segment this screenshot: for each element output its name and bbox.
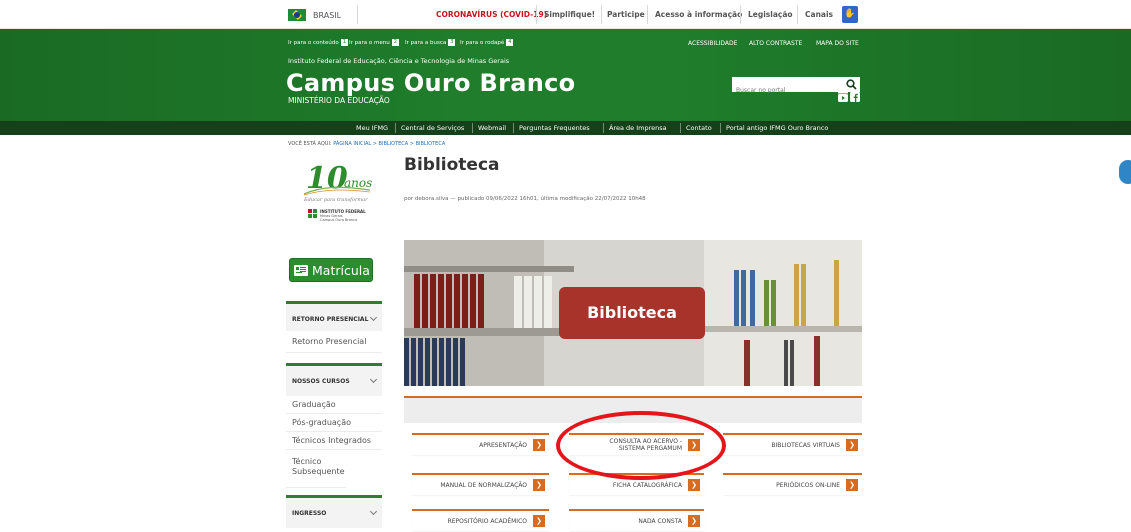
nav-area-imprensa[interactable]: Área de Imprensa [609,124,667,132]
brazil-flag-icon [288,9,306,21]
page-title: Biblioteca [404,155,500,175]
chevron-down-icon [369,313,378,322]
sidebar-item-retorno-presencial[interactable]: Retorno Presencial [286,331,382,353]
manual-normalizacao-link[interactable]: MANUAL DE NORMALIZAÇÃO ❯ [412,473,549,495]
chevron-right-icon: ❯ [533,439,545,451]
matricula-label: Matrícula [312,262,370,278]
skip-footer-link[interactable]: Ir para o rodapé 4 [460,39,514,46]
institution-name: Instituto Federal de Educação, Ciência e… [288,57,510,65]
chevron-right-icon: ❯ [688,439,700,451]
skip-menu-link[interactable]: Ir para o menu 2 [349,39,399,46]
chevron-down-icon [369,507,378,516]
sidebar-section-ingresso[interactable]: INGRESSO [286,495,382,528]
sidebar-heading-cursos: NOSSOS CURSOS [292,378,350,385]
periodicos-online-link[interactable]: PERIÓDICOS ON-LINE ❯ [723,473,862,495]
id-card-icon [294,264,308,276]
search-box [732,77,860,98]
sidebar-section-retorno[interactable]: RETORNO PRESENCIAL [286,301,382,334]
ficha-catalografica-link[interactable]: FICHA CATALOGRÁFICA ❯ [569,473,704,495]
chevron-right-icon: ❯ [846,479,858,491]
skip-content-link[interactable]: Ir para o conteúdo 1 [288,39,348,46]
chevron-down-icon [369,375,378,384]
chevron-right-icon: ❯ [688,515,700,527]
vlibras-accessibility-icon[interactable]: ✋ [842,6,858,23]
skip-search-link[interactable]: Ir para a busca 3 [405,39,456,46]
brasil-label: BRASIL [313,10,342,20]
acesso-informacao-link[interactable]: Acesso à informação [655,10,742,19]
breadcrumb: VOCÊ ESTÁ AQUI: PÁGINA INICIAL > BIBLIOT… [288,141,445,147]
logo-sub2: Campus Ouro Branco [320,218,358,222]
search-icon[interactable] [846,79,857,90]
youtube-icon[interactable] [838,92,848,102]
matricula-button[interactable]: Matrícula [289,258,373,282]
nav-contato[interactable]: Contato [686,124,712,132]
sidebar-item-pos-graduacao[interactable]: Pós-graduação [286,414,382,432]
mapa-do-site-link[interactable]: MAPA DO SITE [816,40,859,47]
content-band [404,396,862,423]
nav-perguntas-frequentes[interactable]: Perguntas Frequentes [519,124,590,132]
sidebar-heading-retorno: RETORNO PRESENCIAL [292,316,369,323]
facebook-icon[interactable] [850,92,860,102]
breadcrumb-prefix: VOCÊ ESTÁ AQUI: [288,141,332,147]
sidebar-item-tecnicos-integrados[interactable]: Técnicos Integrados [286,432,382,450]
bibliotecas-virtuais-link[interactable]: BIBLIOTECAS VIRTUAIS ❯ [723,433,862,455]
byline: por debora.silva — publicado 09/06/2022 … [404,196,646,202]
sidebar-item-graduacao[interactable]: Graduação [286,396,382,414]
site-title[interactable]: Campus Ouro Branco [286,69,575,97]
nav-webmail[interactable]: Webmail [478,124,506,132]
sidebar-section-cursos[interactable]: NOSSOS CURSOS [286,363,382,396]
legislacao-link[interactable]: Legislação [748,10,793,19]
library-banner-image: Biblioteca [404,240,862,386]
chevron-right-icon: ❯ [533,515,545,527]
banner-label: Biblioteca [559,287,705,339]
if-logo-icon [308,209,317,218]
logo-tagline: Educar para transformar [304,197,368,203]
gov-bar: BRASIL CORONAVÍRUS (COVID-19) Simplifiqu… [0,0,1131,29]
simplifique-link[interactable]: Simplifique! [544,10,595,19]
ministry-label: MINISTÉRIO DA EDUCAÇÃO [288,96,390,105]
alto-contraste-link[interactable]: ALTO CONTRASTE [749,40,802,47]
ten-years-logo[interactable]: 10 anos Educar para transformar INSTITUT… [286,160,378,232]
brasil-link[interactable]: BRASIL [288,7,341,23]
floating-accessibility-tab[interactable] [1119,160,1131,184]
consulta-acervo-link[interactable]: CONSULTA AO ACERVO - SISTEMA PERGAMUM ❯ [569,433,704,455]
covid-link[interactable]: CORONAVÍRUS (COVID-19) [436,10,547,19]
acessibilidade-link[interactable]: ACESSIBILIDADE [688,40,737,47]
chevron-right-icon: ❯ [846,439,858,451]
search-input[interactable] [732,83,837,98]
sidebar-heading-ingresso: INGRESSO [292,510,327,517]
nav-meu-ifmg[interactable]: Meu IFMG [356,124,388,132]
repositorio-academico-link[interactable]: REPOSITÓRIO ACADÊMICO ❯ [412,509,549,531]
chevron-right-icon: ❯ [688,479,700,491]
sidebar-item-tecnico-subsequente[interactable]: Técnico Subsequente [286,452,346,488]
apresentacao-link[interactable]: APRESENTAÇÃO ❯ [412,433,549,455]
canais-link[interactable]: Canais [805,10,833,19]
nav-portal-antigo[interactable]: Portal antigo IFMG Ouro Branco [726,124,828,132]
breadcrumb-path[interactable]: PÁGINA INICIAL > BIBLIOTECA > BIBLIOTECA [333,141,445,147]
nada-consta-link[interactable]: NADA CONSTA ❯ [569,509,704,531]
site-header: Ir para o conteúdo 1 Ir para o menu 2 Ir p… [0,29,1131,121]
logo-swoosh-icon [303,186,371,196]
chevron-right-icon: ❯ [533,479,545,491]
main-nav: Meu IFMG Central de Serviços Webmail Per… [0,121,1131,135]
nav-central-servicos[interactable]: Central de Serviços [401,124,464,132]
participe-link[interactable]: Participe [607,10,645,19]
